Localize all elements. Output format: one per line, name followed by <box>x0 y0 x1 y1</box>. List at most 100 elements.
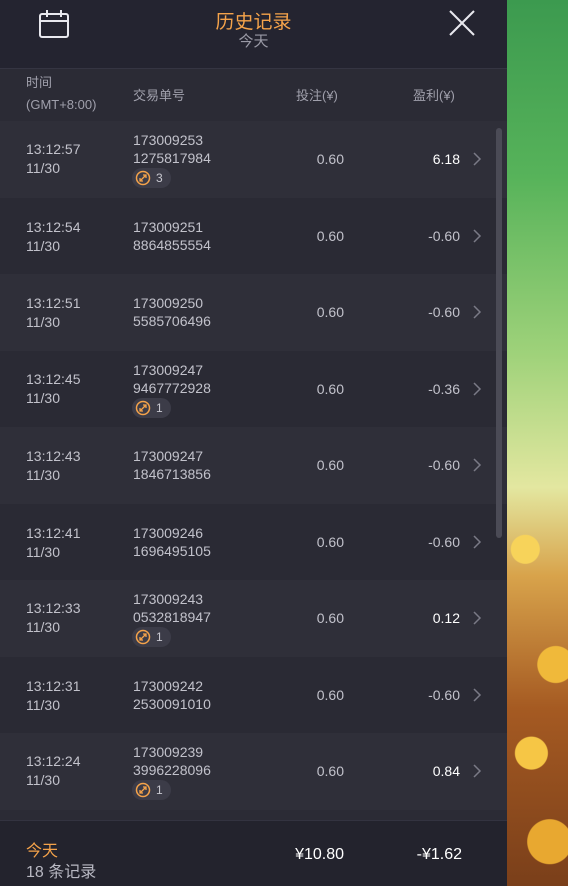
history-row[interactable]: 13:12:41 11/30 173009246 1696495105 0.60… <box>0 503 507 580</box>
badge-count: 1 <box>156 783 163 797</box>
row-order-id-part2: 5585706496 <box>133 313 211 329</box>
chevron-right-icon <box>473 305 482 319</box>
history-row[interactable]: 13:12:57 11/30 173009253 1275817984 3 0.… <box>0 121 507 198</box>
row-date: 11/30 <box>26 160 60 176</box>
close-icon[interactable] <box>448 9 476 37</box>
chevron-right-icon <box>473 381 482 396</box>
chevron-right-icon <box>473 534 482 549</box>
row-profit: -0.36 <box>428 380 460 397</box>
col-bet: 投注(¥) <box>296 88 338 103</box>
row-bet: 0.60 <box>316 227 344 244</box>
history-row[interactable]: 13:12:24 11/30 173009239 3996228096 1 0.… <box>0 733 507 810</box>
history-row[interactable]: 13:12:51 11/30 173009250 5585706496 0.60… <box>0 274 507 351</box>
row-order-id: 173009251 8864855554 <box>133 218 211 254</box>
row-order-id-part2: 3996228096 <box>133 762 211 778</box>
history-row[interactable]: 13:12:43 11/30 173009247 1846713856 0.60… <box>0 427 507 504</box>
free-spin-badge: 1 <box>132 780 171 800</box>
row-clock: 13:12:33 <box>26 600 81 616</box>
row-date: 11/30 <box>26 314 60 330</box>
row-date: 11/30 <box>26 543 60 560</box>
free-spin-icon <box>135 170 151 186</box>
game-background <box>507 0 568 886</box>
row-clock: 13:12:41 <box>26 524 81 541</box>
row-clock: 13:12:54 <box>26 218 81 235</box>
row-order-id-part1: 173009242 <box>133 677 204 694</box>
history-panel: 历史记录 今天 时间 (GMT+8:00) 交易单号 投注(¥) 盈利(¥) 1… <box>0 0 507 886</box>
chevron-right-icon <box>473 152 482 166</box>
row-clock: 13:12:31 <box>26 677 81 694</box>
col-order-id: 交易单号 <box>133 88 186 103</box>
row-date: 11/30 <box>26 772 60 788</box>
row-date: 11/30 <box>26 619 60 635</box>
row-bet: 0.60 <box>316 610 344 626</box>
row-clock: 13:12:45 <box>26 370 81 387</box>
col-timezone: (GMT+8:00) <box>26 97 97 112</box>
row-profit: -0.60 <box>428 457 460 473</box>
row-order-id: 173009246 1696495105 <box>133 524 211 560</box>
row-profit: 0.84 <box>432 763 460 779</box>
history-row[interactable]: 13:12:54 11/30 173009251 8864855554 0.60… <box>0 197 507 274</box>
chevron-right-icon <box>473 611 482 625</box>
scrollbar[interactable] <box>496 128 502 538</box>
row-time: 13:12:24 11/30 <box>26 752 81 790</box>
row-bet: 0.60 <box>316 533 344 550</box>
row-bet: 0.60 <box>316 686 344 703</box>
row-clock: 13:12:24 <box>26 753 81 769</box>
col-profit: 盈利(¥) <box>413 88 455 103</box>
row-clock: 13:12:43 <box>26 448 81 464</box>
free-spin-icon <box>135 629 151 645</box>
row-order-id-part2: 1846713856 <box>133 466 211 482</box>
row-order-id-part1: 173009251 <box>133 218 204 235</box>
history-row[interactable]: 13:12:45 11/30 173009247 9467772928 1 0.… <box>0 350 507 427</box>
history-row[interactable]: 13:12:31 11/30 173009242 2530091010 0.60… <box>0 656 507 733</box>
row-order-id-part1: 173009239 <box>133 744 204 760</box>
column-header: 时间 (GMT+8:00) 交易单号 投注(¥) 盈利(¥) <box>0 69 507 121</box>
row-order-id-part2: 2530091010 <box>133 695 211 712</box>
free-spin-badge: 1 <box>132 397 171 418</box>
badge-count: 1 <box>156 630 163 644</box>
row-order-id-part1: 173009243 <box>133 591 204 607</box>
row-order-id-part1: 173009253 <box>133 132 204 148</box>
row-clock: 13:12:51 <box>26 295 81 311</box>
row-time: 13:12:31 11/30 <box>26 677 81 715</box>
free-spin-badge: 3 <box>132 168 171 188</box>
history-row[interactable]: 13:12:33 11/30 173009243 0532818947 1 0.… <box>0 580 507 657</box>
row-profit: -0.60 <box>428 533 460 550</box>
row-profit: 6.18 <box>432 151 460 167</box>
chevron-right-icon <box>473 764 482 778</box>
row-time: 13:12:45 11/30 <box>26 370 81 408</box>
row-order-id-part1: 173009250 <box>133 295 204 311</box>
header: 历史记录 今天 <box>0 0 507 69</box>
row-time: 13:12:57 11/30 <box>26 140 81 178</box>
row-bet: 0.60 <box>316 304 344 320</box>
row-bet: 0.60 <box>316 151 344 167</box>
page-subtitle: 今天 <box>238 33 269 50</box>
chevron-right-icon <box>473 228 482 243</box>
badge-count: 1 <box>156 400 163 415</box>
row-order-id: 173009253 1275817984 <box>133 131 211 167</box>
chevron-right-icon <box>473 458 482 472</box>
free-spin-badge: 1 <box>132 627 171 647</box>
row-date: 11/30 <box>26 389 60 406</box>
row-order-id-part2: 1696495105 <box>133 542 211 559</box>
row-clock: 13:12:57 <box>26 141 81 157</box>
row-order-id-part2: 8864855554 <box>133 236 211 253</box>
row-date: 11/30 <box>26 696 60 713</box>
row-bet: 0.60 <box>316 763 344 779</box>
footer-record-count: 18 条记录 <box>26 864 97 881</box>
row-order-id-part1: 173009247 <box>133 448 204 464</box>
col-time: 时间 <box>26 75 53 90</box>
row-order-id: 173009247 9467772928 <box>133 361 211 397</box>
footer-total-profit: -¥1.62 <box>416 846 462 863</box>
summary-footer: 今天 18 条记录 ¥10.80 -¥1.62 <box>0 820 507 886</box>
row-time: 13:12:51 11/30 <box>26 294 81 332</box>
row-profit: -0.60 <box>428 227 460 244</box>
row-order-id-part2: 0532818947 <box>133 609 211 625</box>
row-order-id-part2: 9467772928 <box>133 379 211 396</box>
row-profit: 0.12 <box>432 610 460 626</box>
row-profit: -0.60 <box>428 304 460 320</box>
row-time: 13:12:54 11/30 <box>26 218 81 256</box>
row-bet: 0.60 <box>316 380 344 397</box>
row-order-id: 173009242 2530091010 <box>133 677 211 713</box>
row-order-id-part1: 173009246 <box>133 524 204 541</box>
